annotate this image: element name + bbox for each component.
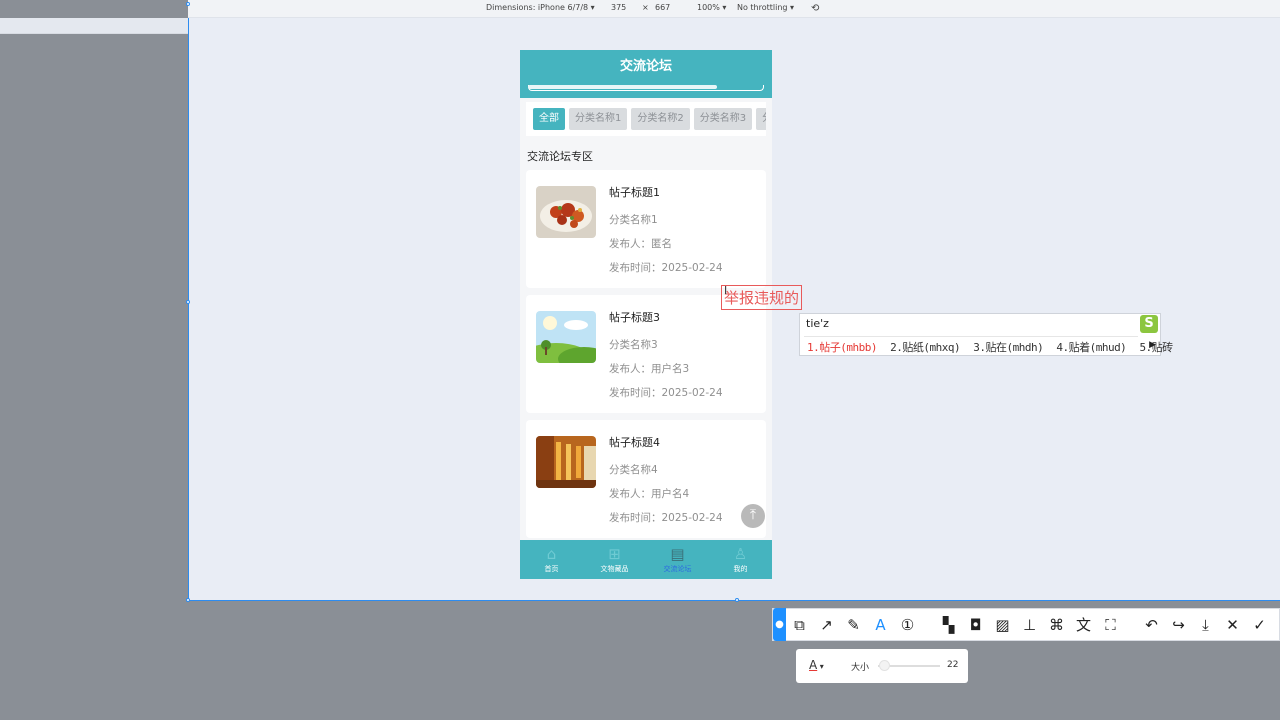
grid-icon: ⊞ [608, 545, 621, 563]
arrow-tool-icon[interactable]: ↗ [813, 616, 840, 634]
drag-handle-icon[interactable]: ● [773, 608, 786, 641]
bottom-tabbar: ⌂ 首页 ⊞ 文物藏品 ▤ 交流论坛 ♙ 我的 [520, 540, 772, 579]
post-category: 分类名称1 [609, 214, 658, 226]
download-icon[interactable]: ⤓ [1192, 616, 1219, 634]
ime-candidate[interactable]: 2.贴纸(mhxq) [890, 341, 960, 354]
shape-tool-icon[interactable]: ⧉ [786, 616, 813, 634]
confirm-icon[interactable]: ✓ [1246, 616, 1273, 634]
ime-candidate[interactable]: 4.贴着(mhud) [1056, 341, 1126, 354]
tab-home[interactable]: ⌂ 首页 [520, 540, 583, 579]
category-tabs: 全部 分类名称1 分类名称2 分类名称3 分 [526, 102, 766, 136]
ime-logo-icon: S [1140, 315, 1158, 333]
category-chip[interactable]: 分类名称2 [631, 108, 690, 130]
text-options-panel: A ▾ 大小 22 [796, 649, 968, 683]
section-title: 交流论坛专区 [527, 150, 593, 163]
tab-collection[interactable]: ⊞ 文物藏品 [583, 540, 646, 579]
post-author: 发布人：用户名4 [609, 488, 690, 500]
home-icon: ⌂ [546, 545, 557, 563]
ime-composition: tie'z [806, 317, 829, 330]
text-tool-icon[interactable]: A [867, 616, 894, 634]
ime-candidate[interactable]: 1.帖子(mhbb) [807, 341, 877, 354]
text-cursor-icon: I [724, 284, 728, 297]
undo-icon[interactable]: ↶ [1138, 616, 1165, 634]
width-field[interactable]: 375 [611, 3, 626, 12]
ocr-tool-icon[interactable]: ⛶ [1097, 616, 1124, 634]
arrow-up-icon: ⤒ [749, 507, 757, 523]
tab-forum[interactable]: ▤ 交流论坛 [646, 540, 709, 579]
post-card[interactable]: 帖子标题1 分类名称1 发布人：匿名 发布时间：2025-02-24 [526, 170, 766, 288]
share-icon[interactable]: ↪ [1165, 616, 1192, 634]
ime-candidate-window: tie'z S 1.帖子(mhbb) 2.贴纸(mhxq) 3.贴在(mhdh)… [799, 313, 1173, 356]
chevron-down-icon: ▾ [817, 662, 824, 671]
category-chip[interactable]: 分类名称3 [693, 108, 753, 130]
post-title: 帖子标题3 [609, 311, 660, 324]
zoom-select[interactable]: 100% ▾ [697, 3, 726, 12]
selection-handle[interactable] [186, 2, 190, 6]
device-select[interactable]: Dimensions: iPhone 6/7/8 ▾ [486, 3, 595, 12]
screenshot-toolbar: ● ⧉ ↗ ✎ A ① ▚ ◘ ▨ ⊥ ⌘ 文 ⛶ ↶ ↪ ⤓ ✕ ✓ [772, 608, 1280, 641]
rotate-icon[interactable]: ⟲ [811, 3, 819, 14]
post-category: 分类名称4 [609, 464, 658, 476]
scan-tool-icon[interactable]: ⌘ [1043, 616, 1070, 634]
category-chip[interactable]: 分 [756, 108, 766, 130]
text-annotation[interactable]: 举报违规的 [721, 285, 803, 310]
post-card[interactable]: 帖子标题3 分类名称3 发布人：用户名3 发布时间：2025-02-24 [526, 295, 766, 413]
post-author: 发布人：用户名3 [609, 363, 690, 375]
divider [804, 336, 1138, 337]
category-chip-all[interactable]: 全部 [533, 108, 565, 130]
phone-screen: 交流论坛 全部 分类名称1 分类名称2 分类名称3 分 交流论坛专区 帖子标题1… [520, 50, 772, 579]
ime-candidate[interactable]: 3.贴在(mhdh) [973, 341, 1043, 354]
chat-icon: ▤ [670, 545, 685, 563]
user-icon: ♙ [733, 545, 748, 563]
number-tool-icon[interactable]: ① [894, 616, 921, 634]
size-value: 22 [947, 660, 959, 670]
mosaic-tool-icon[interactable]: ▚ [935, 616, 962, 634]
post-category: 分类名称3 [609, 339, 658, 351]
selection-handle[interactable] [186, 598, 190, 602]
height-field[interactable]: 667 [655, 3, 670, 12]
post-title: 帖子标题4 [609, 436, 660, 449]
post-title: 帖子标题1 [609, 186, 660, 199]
close-icon[interactable]: ✕ [1219, 616, 1246, 634]
back-to-top-button[interactable]: ⤒ [741, 504, 765, 528]
pin-tool-icon[interactable]: ⊥ [1016, 616, 1043, 634]
post-author: 发布人：匿名 [609, 238, 672, 250]
times-sign: × [642, 3, 649, 12]
size-slider-knob[interactable] [879, 660, 890, 671]
font-color-picker[interactable]: A ▾ [809, 658, 824, 672]
size-label: 大小 [851, 663, 870, 673]
post-time: 发布时间：2025-02-24 [609, 262, 723, 274]
next-page-icon[interactable]: ▶ [1149, 340, 1156, 350]
page-title: 交流论坛 [619, 59, 672, 74]
pen-tool-icon[interactable]: ✎ [840, 616, 867, 634]
selection-handle[interactable] [186, 300, 190, 304]
hatch-tool-icon[interactable]: ▨ [989, 616, 1016, 634]
selection-handle[interactable] [735, 598, 739, 602]
ime-candidates: 1.帖子(mhbb) 2.贴纸(mhxq) 3.贴在(mhdh) 4.贴着(mh… [807, 339, 1180, 355]
device-toolbar: Dimensions: iPhone 6/7/8 ▾ 375 × 667 100… [188, 0, 1280, 18]
progress-fill [528, 85, 717, 89]
post-thumbnail [536, 186, 596, 238]
ime-candidate[interactable]: 5.贴砖 [1139, 341, 1173, 354]
category-chip[interactable]: 分类名称1 [569, 108, 628, 130]
post-thumbnail [536, 311, 596, 363]
throttle-select[interactable]: No throttling ▾ [737, 3, 794, 12]
blur-tool-icon[interactable]: ◘ [962, 616, 989, 634]
app-header: 交流论坛 [520, 50, 772, 98]
tab-mine[interactable]: ♙ 我的 [709, 540, 772, 579]
post-time: 发布时间：2025-02-24 [609, 387, 723, 399]
translate-tool-icon[interactable]: 文 [1070, 614, 1097, 635]
post-thumbnail [536, 436, 596, 488]
post-time: 发布时间：2025-02-24 [609, 512, 723, 524]
post-card[interactable]: 帖子标题4 分类名称4 发布人：用户名4 发布时间：2025-02-24 [526, 420, 766, 538]
